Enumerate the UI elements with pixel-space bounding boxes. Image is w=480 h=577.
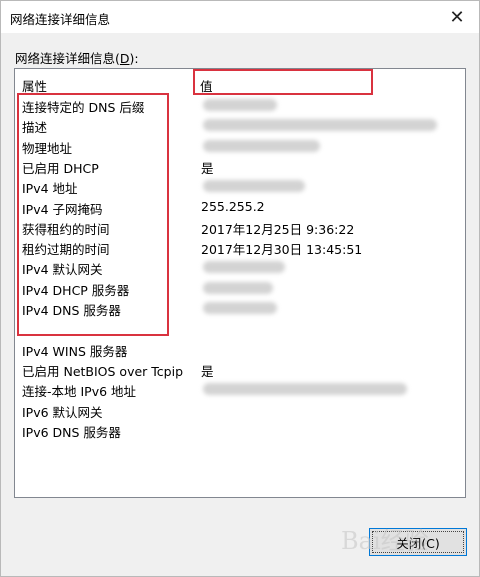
column-header-property[interactable]: 属性: [22, 76, 47, 95]
row-property: IPv6 DNS 服务器: [22, 424, 121, 440]
redacted-value: [203, 99, 277, 111]
row-property: 连接特定的 DNS 后缀: [22, 100, 145, 115]
redacted-value: [203, 139, 320, 152]
row-value: 2017年12月30日 13:45:51: [201, 242, 363, 258]
title-bar: 网络连接详细信息 ✕: [1, 1, 479, 33]
table-row[interactable]: 已启用 DHCP 是: [15, 156, 465, 176]
row-property: IPv4 DNS 服务器: [22, 303, 121, 318]
section-label: 网络连接详细信息(D):: [15, 48, 139, 67]
row-property: 物理地址: [22, 140, 73, 156]
row-property: IPv6 默认网关: [22, 404, 103, 420]
watermark: Bai经验: [341, 527, 429, 555]
row-property: 获得租约的时间: [22, 221, 110, 237]
table-row[interactable]: IPv4 DHCP 服务器: [15, 278, 465, 298]
redacted-value: [203, 302, 277, 314]
table-row[interactable]: IPv4 默认网关: [15, 257, 465, 277]
row-property: IPv4 默认网关: [22, 262, 103, 278]
table-row[interactable]: [15, 318, 465, 338]
table-row[interactable]: 已启用 NetBIOS over Tcpip 是: [15, 359, 465, 379]
list-header: 属性 值: [15, 69, 465, 95]
table-row[interactable]: 物理地址: [15, 136, 465, 156]
row-property: 已启用 DHCP: [22, 160, 99, 176]
table-row[interactable]: IPv4 DNS 服务器: [15, 298, 465, 318]
row-property: IPv4 子网掩码: [22, 201, 103, 217]
row-value: 是: [201, 160, 214, 176]
section-label-suffix: ):: [129, 51, 139, 66]
row-property: 连接-本地 IPv6 地址: [22, 384, 137, 400]
table-row[interactable]: IPv4 WINS 服务器: [15, 339, 465, 359]
row-value: 255.255.2: [201, 198, 265, 214]
table-row[interactable]: 连接特定的 DNS 后缀: [15, 95, 465, 115]
redacted-value: [203, 180, 305, 193]
table-row[interactable]: 连接-本地 IPv6 地址: [15, 379, 465, 399]
section-label-text: 网络连接详细信息(: [15, 51, 120, 66]
row-property: 描述: [22, 120, 48, 136]
table-row[interactable]: 描述: [15, 115, 465, 135]
table-row[interactable]: IPv6 默认网关: [15, 400, 465, 420]
redacted-value: [203, 383, 407, 396]
column-header-value[interactable]: 值: [200, 76, 213, 95]
details-dialog: 网络连接详细信息 ✕ 网络连接详细信息(D): 属性 值 连接特定的 DNS 后…: [0, 0, 480, 577]
row-property: IPv4 WINS 服务器: [22, 343, 128, 359]
row-value: 是: [201, 363, 214, 379]
row-value: 2017年12月25日 9:36:22: [201, 221, 355, 237]
table-row[interactable]: IPv4 子网掩码 255.255.2: [15, 197, 465, 217]
table-row[interactable]: 获得租约的时间 2017年12月25日 9:36:22: [15, 217, 465, 237]
redacted-value: [203, 261, 285, 274]
table-row[interactable]: IPv4 地址: [15, 176, 465, 196]
dialog-title: 网络连接详细信息: [10, 12, 111, 27]
redacted-value: [203, 119, 437, 132]
row-property: IPv4 地址: [22, 181, 78, 197]
row-property: 租约过期的时间: [22, 242, 110, 258]
details-listview[interactable]: 属性 值 连接特定的 DNS 后缀 描述 物理地址 已启用 DHCP 是 IPv4 地址 I…: [14, 68, 466, 498]
table-row[interactable]: 租约过期的时间 2017年12月30日 13:45:51: [15, 237, 465, 257]
row-property: IPv4 DHCP 服务器: [22, 282, 130, 298]
redacted-value: [203, 281, 273, 294]
table-row[interactable]: IPv6 DNS 服务器: [15, 420, 465, 440]
section-label-mnemonic: D: [119, 51, 130, 66]
close-icon[interactable]: ✕: [443, 5, 471, 29]
row-property: 已启用 NetBIOS over Tcpip: [22, 363, 183, 379]
